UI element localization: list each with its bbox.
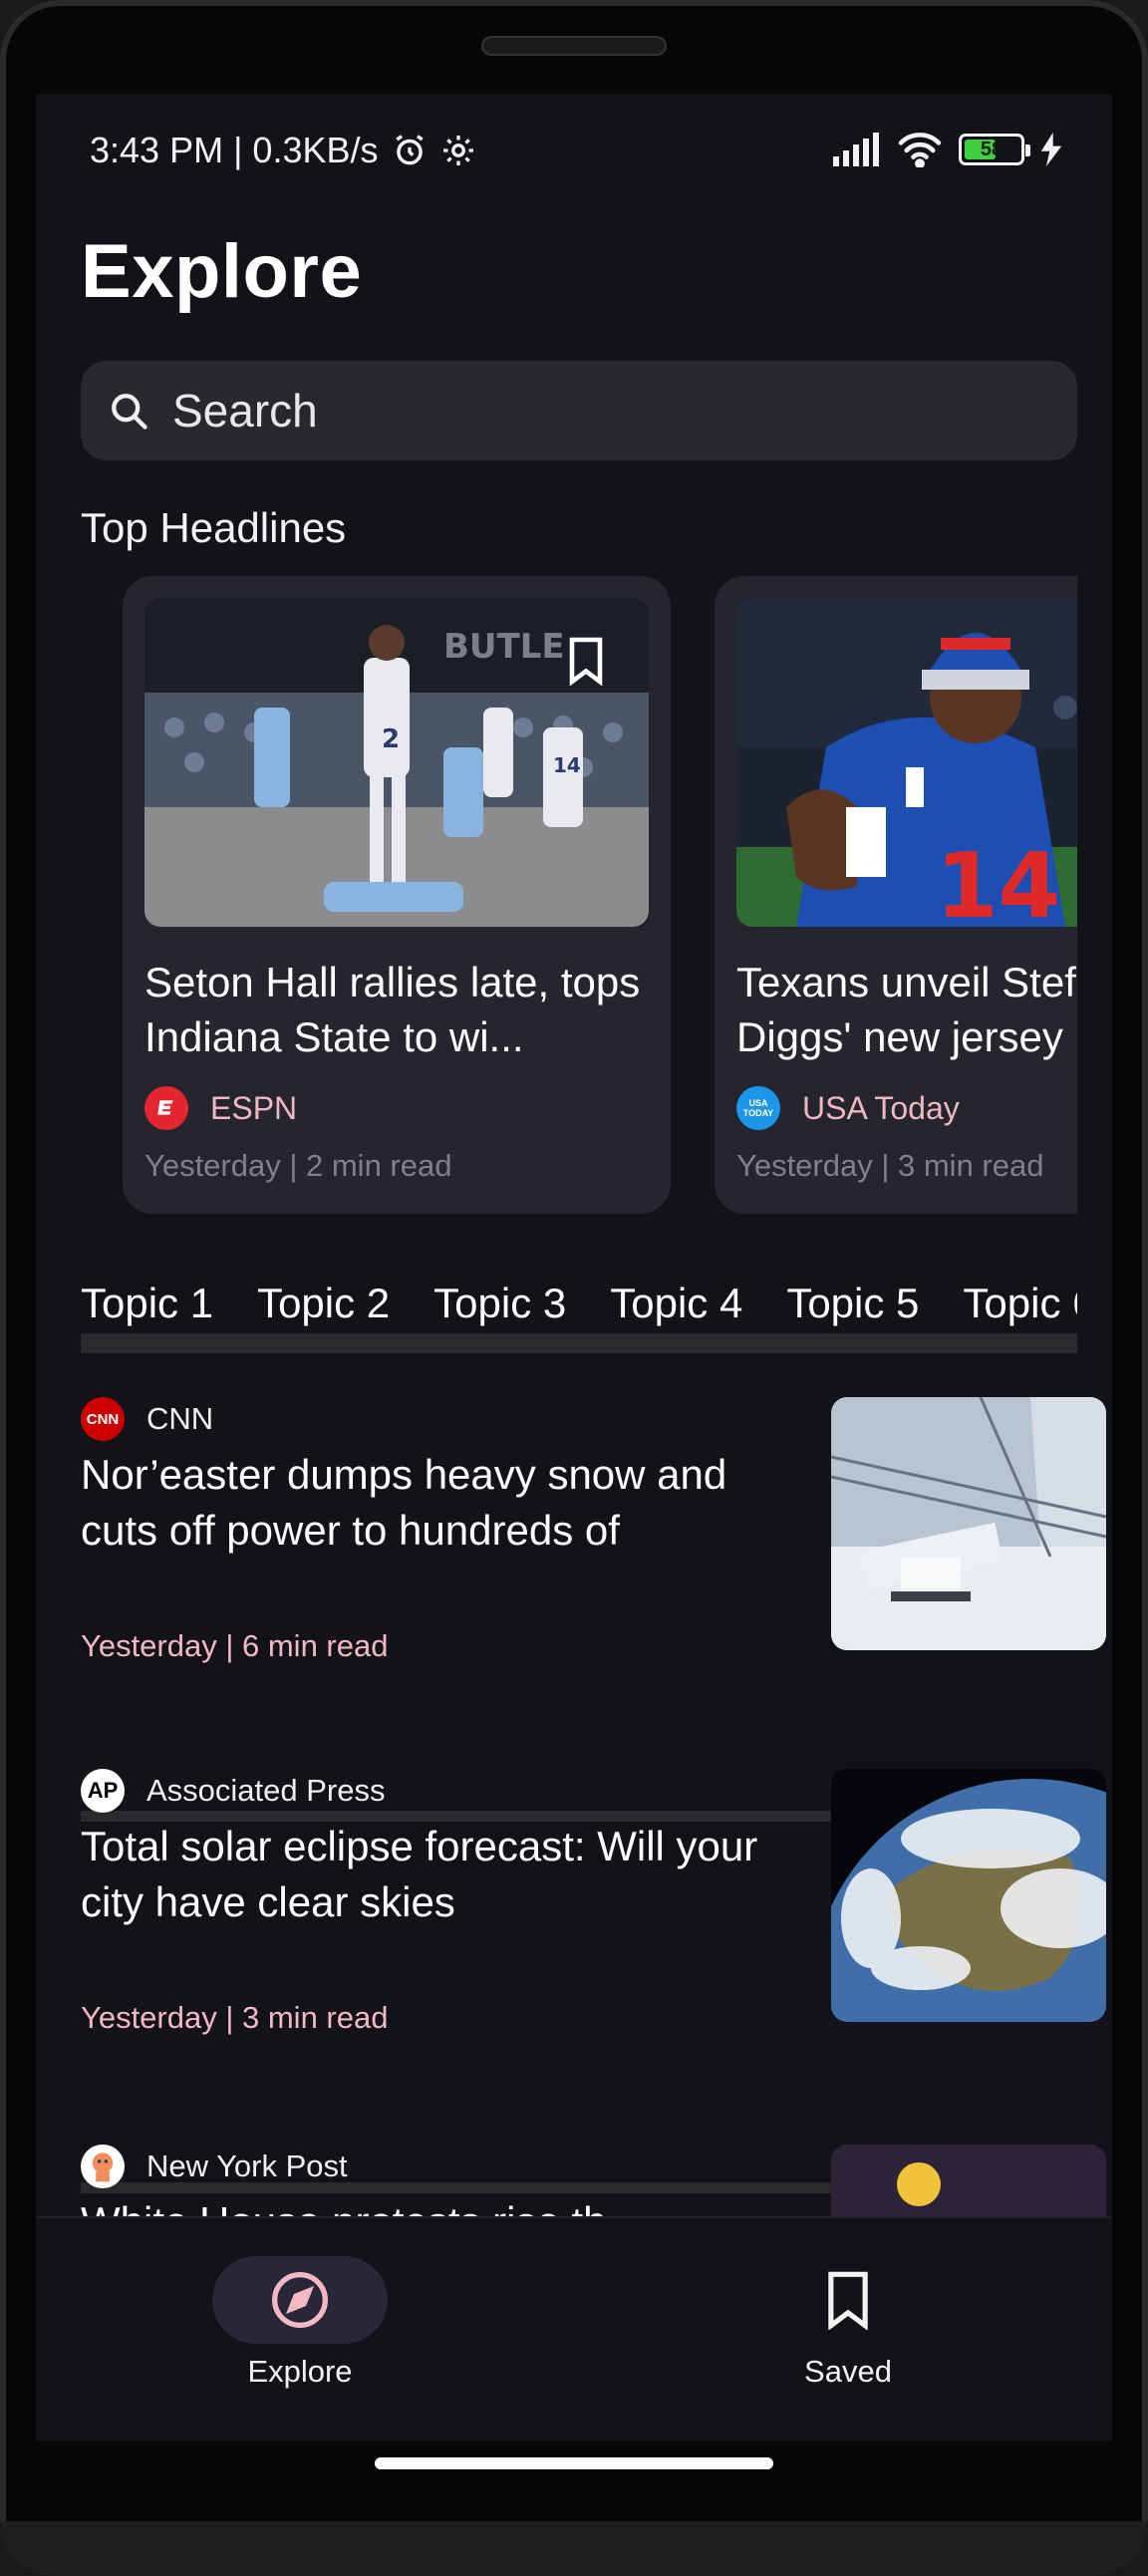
svg-text:14: 14 [553, 753, 581, 777]
nav-saved-pill[interactable] [760, 2256, 936, 2344]
svg-text:BUTLE: BUTLE [443, 627, 565, 667]
headline-card-image: 14 [736, 598, 1077, 927]
headline-card-title: Texans unveil Stefon Diggs' new jersey n [736, 959, 1077, 1060]
bottom-navigation: Explore Saved [36, 2216, 1112, 2441]
cnn-logo-icon: CNN [81, 1397, 125, 1441]
svg-text:14: 14 [936, 834, 1060, 927]
headline-card-image: BUTLE 2 14 [144, 598, 649, 927]
topic-tab[interactable]: Topic 6 [963, 1280, 1077, 1327]
charging-bolt-icon [1040, 133, 1062, 166]
status-right: 58 [831, 132, 1062, 167]
compass-icon [272, 2272, 328, 2328]
new-york-post-logo-icon [81, 2145, 125, 2188]
headline-card-source: USA TODAY USA Today [736, 1086, 960, 1130]
battery-icon: 58 [959, 134, 1030, 165]
nav-explore[interactable]: Explore [212, 2256, 388, 2390]
search-input[interactable] [172, 384, 1019, 437]
topic-tabs-divider [81, 1333, 1077, 1353]
espn-logo-icon [144, 1086, 188, 1130]
phone-frame: 3:43 PM | 0.3KB/s 58 Explore Top Headlin [0, 0, 1148, 2576]
top-headlines-title: Top Headlines [81, 504, 347, 551]
home-indicator[interactable] [375, 2457, 773, 2469]
topic-tab[interactable]: Topic 2 [257, 1280, 390, 1327]
ap-logo-icon: AP [81, 1769, 125, 1813]
top-headlines-carousel[interactable]: BUTLE 2 14 Seton Hall rallies late, tops… [81, 576, 1077, 1224]
search-icon [112, 394, 147, 429]
article-thumbnail [831, 1769, 1106, 2022]
article-source: AP Associated Press [81, 1769, 386, 1813]
bookmark-icon [828, 2271, 868, 2330]
topic-tab[interactable]: Topic 4 [610, 1280, 742, 1327]
headline-card-title: Seton Hall rallies late, tops Indiana St… [144, 959, 641, 1060]
article-source: New York Post [81, 2145, 348, 2188]
app-screen: 3:43 PM | 0.3KB/s 58 Explore Top Headlin [36, 94, 1112, 2441]
bookmark-icon[interactable] [565, 636, 607, 686]
topic-tab[interactable]: Topic 1 [81, 1280, 213, 1327]
article-title: Nor’easter dumps heavy snow and cuts off… [81, 1451, 727, 1554]
status-bar: 3:43 PM | 0.3KB/s 58 [36, 94, 1112, 213]
nav-explore-label: Explore [247, 2354, 353, 2389]
alarm-icon [395, 135, 424, 165]
status-time: 3:43 PM | 0.3KB/s [90, 130, 379, 170]
article-list-item[interactable]: AP Associated Press Total solar eclipse … [81, 1769, 1106, 2035]
headline-card-source-name: ESPN [210, 1089, 298, 1126]
nav-saved-label: Saved [804, 2354, 892, 2389]
nav-explore-pill[interactable] [212, 2256, 388, 2344]
headline-card-meta: Yesterday | 3 min read [736, 1148, 1044, 1183]
svg-text:2: 2 [382, 724, 400, 754]
battery-percent: 58 [980, 138, 1004, 160]
article-source-name: CNN [146, 1401, 214, 1436]
article-meta: Yesterday | 3 min read [81, 2000, 389, 2035]
page-title: Explore [81, 229, 363, 314]
article-meta: Yesterday | 6 min read [81, 1628, 389, 1663]
article-source: CNN CNN [81, 1397, 213, 1441]
article-thumbnail [831, 1397, 1106, 1650]
topic-tab[interactable]: Topic 5 [786, 1280, 919, 1327]
headline-card-source-name: USA Today [802, 1089, 960, 1126]
usa-today-logo-icon: USA TODAY [736, 1086, 780, 1130]
article-title: Total solar eclipse forecast: Will your … [81, 1823, 758, 1925]
article-list-item[interactable]: CNN CNN Nor’easter dumps heavy snow and … [81, 1397, 1106, 1663]
bottom-bezel [0, 2521, 1148, 2576]
topic-tab[interactable]: Topic 3 [433, 1280, 566, 1327]
headline-card[interactable]: BUTLE 2 14 Seton Hall rallies late, tops… [123, 576, 671, 1214]
status-left: 3:43 PM | 0.3KB/s [90, 130, 476, 171]
article-source-name: Associated Press [146, 1773, 386, 1808]
settings-gear-icon [442, 136, 473, 165]
nav-saved[interactable]: Saved [760, 2256, 936, 2390]
headline-card-source: ESPN [144, 1086, 297, 1130]
article-source-name: New York Post [146, 2148, 348, 2183]
signal-icon [833, 133, 879, 166]
headline-card[interactable]: 14 Texans unveil Stefon Diggs' new jerse… [715, 576, 1077, 1214]
wifi-icon [898, 133, 942, 167]
earpiece-speaker [481, 36, 667, 56]
search-bar[interactable] [81, 361, 1077, 460]
headline-card-meta: Yesterday | 2 min read [144, 1148, 452, 1183]
